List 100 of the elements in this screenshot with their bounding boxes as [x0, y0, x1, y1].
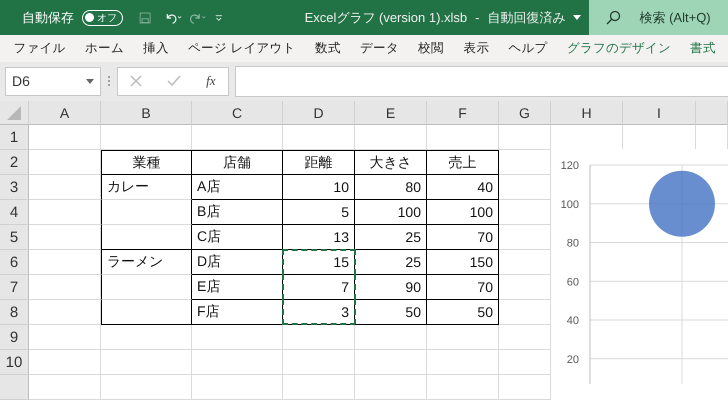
row-header[interactable]: 9: [0, 325, 29, 350]
table-cell: 40: [427, 175, 499, 200]
column-header[interactable]: G: [499, 101, 551, 125]
search-field[interactable]: 検索 (Alt+Q): [589, 0, 728, 35]
table-cell: 13: [283, 225, 355, 250]
ribbon-tab[interactable]: ホーム: [75, 40, 134, 57]
table-cell: 50: [355, 300, 427, 325]
grid-cell: [427, 125, 499, 150]
column-header[interactable]: C: [192, 101, 283, 125]
table-cell: 50: [427, 300, 499, 325]
table-cell: 大きさ: [355, 150, 427, 175]
row-header[interactable]: 2: [0, 150, 29, 175]
grid-cell: [29, 150, 101, 175]
table-cell: 店舗: [192, 150, 283, 175]
table-cell: 80: [355, 175, 427, 200]
table-cell: E店: [192, 275, 283, 300]
row-header[interactable]: 7: [0, 275, 29, 300]
autosave-label: 自動保存: [22, 8, 74, 26]
table-cell: 10: [283, 175, 355, 200]
table-cell: 距離: [283, 150, 355, 175]
column-header[interactable]: H: [551, 101, 623, 125]
column-header[interactable]: B: [101, 101, 192, 125]
table-cell: 業種: [101, 150, 192, 175]
column-header[interactable]: A: [29, 101, 101, 125]
caret-icon[interactable]: [86, 78, 94, 84]
ribbon-tab[interactable]: 書式: [680, 40, 726, 57]
column-header[interactable]: D: [283, 101, 355, 125]
row-header[interactable]: 3: [0, 175, 29, 200]
formula-input[interactable]: [235, 66, 728, 97]
table-cell: 25: [355, 250, 427, 275]
grid-cell: [29, 350, 101, 375]
enter-icon[interactable]: [167, 75, 182, 88]
column-header[interactable]: [696, 101, 728, 125]
row-header[interactable]: 1: [0, 125, 29, 150]
grid-cell: [355, 125, 427, 150]
grid-cell: [29, 225, 101, 250]
row-header[interactable]: 8: [0, 300, 29, 325]
ribbon-tab[interactable]: グラフのデザイン: [557, 40, 680, 57]
chart-area[interactable]: 20 40 60 80 100 120: [551, 149, 728, 400]
more-icon: [107, 75, 111, 88]
column-header[interactable]: I: [623, 101, 696, 125]
table-cell: B店: [192, 200, 283, 225]
grid-cell: [355, 325, 427, 350]
ribbon-tab[interactable]: ヘルプ: [498, 40, 558, 57]
ribbon-tab[interactable]: 挿入: [133, 40, 179, 57]
ribbon-tab[interactable]: データ: [350, 40, 409, 57]
table-cell: 100: [427, 200, 499, 225]
file-title: Excelグラフ (version 1).xlsb: [304, 8, 468, 26]
grid-cell: [427, 375, 499, 400]
axis-tick-label: 120: [560, 160, 579, 172]
grid-cell: [29, 375, 101, 400]
axis-tick-label: 60: [566, 276, 579, 288]
table-cell: D店: [192, 250, 283, 275]
corner-triangle-icon: [7, 106, 21, 120]
ribbon-tab[interactable]: 数式: [305, 40, 350, 57]
row-header[interactable]: 4: [0, 200, 29, 225]
row-header[interactable]: 10: [0, 350, 29, 375]
caret-icon[interactable]: [573, 15, 582, 20]
autosave-toggle[interactable]: オフ: [82, 10, 123, 26]
table-cell: A店: [192, 175, 283, 200]
grid-cell: [427, 325, 499, 350]
title-separator: -: [475, 10, 480, 25]
cancel-icon[interactable]: [130, 75, 142, 88]
table-cell: C店: [192, 225, 283, 250]
insert-function-button[interactable]: fx: [206, 73, 216, 90]
table-cell: 150: [427, 250, 499, 275]
table-cell: 3: [283, 300, 355, 325]
table-cell: 売上: [427, 150, 499, 175]
row-header[interactable]: 5: [0, 225, 29, 250]
save-icon[interactable]: [139, 10, 152, 26]
ribbon-tab[interactable]: 表示: [454, 40, 499, 57]
ribbon-tab[interactable]: 校閲: [408, 40, 454, 57]
row-header[interactable]: [0, 375, 29, 400]
axis-tick-label: 100: [560, 198, 579, 211]
grid-cell: [355, 375, 427, 400]
grid-cell: [283, 375, 355, 400]
save-status[interactable]: 自動回復済み: [487, 8, 566, 26]
grid-cell: [29, 200, 101, 225]
axis-tick-label: 40: [566, 315, 579, 327]
grid-cell: [29, 125, 101, 150]
search-icon: [605, 10, 622, 26]
grid-cell: [427, 350, 499, 375]
table-cell: F店: [192, 300, 283, 325]
table-cell: 70: [427, 225, 499, 250]
grid-cell: [29, 250, 101, 275]
table-cell: 70: [427, 275, 499, 300]
grid-cell: [29, 300, 101, 325]
ribbon-tab[interactable]: ファイル: [4, 40, 76, 57]
customize-icon[interactable]: [214, 12, 223, 22]
row-header[interactable]: 6: [0, 250, 29, 275]
name-box[interactable]: D6: [5, 66, 101, 96]
column-header[interactable]: F: [427, 101, 499, 125]
grid-cell: [29, 175, 101, 200]
column-header[interactable]: E: [355, 101, 427, 125]
axis-tick-label: 20: [566, 354, 579, 366]
grid-cell: [283, 325, 355, 350]
ribbon-tab[interactable]: ページ レイアウト: [178, 40, 306, 57]
select-all-button[interactable]: [0, 101, 29, 125]
table-cell: ラーメン: [101, 250, 192, 275]
grid-cell: [29, 275, 101, 300]
